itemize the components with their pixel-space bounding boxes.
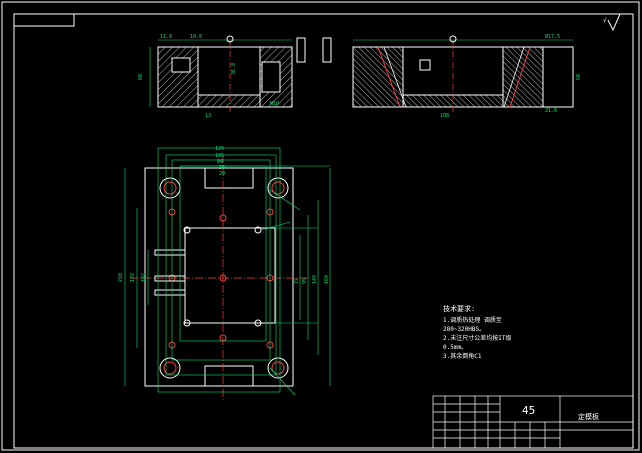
dim-h-0: 126 [215, 146, 224, 152]
svg-text:Ø17.5: Ø17.5 [545, 33, 560, 40]
svg-text:√: √ [603, 17, 607, 24]
tech-req-item-1: 280~320HBS。 [443, 326, 485, 333]
svg-text:13: 13 [205, 113, 211, 119]
section-view-right: Ø17.5 108 21.6 60 [352, 33, 582, 119]
cad-drawing: √ 11.8 10.8 60 36.8 13 M10 Ø17.5 108 21.… [1, 1, 640, 451]
tech-req-item-2: 2.未注尺寸公差均按ΙΤ级 [443, 334, 511, 342]
svg-text:36.8: 36.8 [231, 63, 237, 75]
svg-text:60: 60 [576, 74, 582, 80]
tech-req-heading: 技术要求: [443, 304, 475, 313]
title-block-part-name: 定模板 [578, 412, 599, 421]
title-block-material: 45 [522, 404, 535, 417]
dim-vr-0: 72 [294, 278, 300, 284]
section-view-left: 11.8 10.8 60 36.8 13 M10 [138, 34, 332, 119]
svg-text:M10: M10 [270, 101, 279, 107]
dim-h-4: 29 [219, 171, 225, 177]
dim-vr-2: 149 [312, 275, 318, 284]
svg-text:10.8: 10.8 [190, 34, 202, 40]
svg-text:11.8: 11.8 [160, 34, 172, 40]
dim-v-1: 172 [130, 273, 136, 282]
svg-text:108: 108 [440, 113, 449, 119]
svg-text:60: 60 [138, 74, 144, 80]
corner-mark [13, 13, 75, 27]
tech-req-item-3: 0.5mm。 [443, 344, 467, 351]
dim-v-2: 102 [141, 273, 147, 282]
svg-text:21.6: 21.6 [545, 108, 557, 114]
technical-requirements: 技术要求: 1.调质热处理 调质至 280~320HBS。 2.未注尺寸公差均按… [443, 304, 511, 360]
dim-v-0: 210 [118, 273, 124, 282]
tech-req-item-4: 3.其余倒角C1 [443, 352, 482, 360]
dim-vr-3: 164 [324, 275, 330, 284]
plan-view: 126 105 84 36 29 210 172 102 72 95 149 1… [118, 146, 331, 400]
dim-vr-1: 95 [302, 278, 308, 284]
roughness-symbol-icon: √ [603, 13, 621, 32]
tech-req-item-0: 1.调质热处理 调质至 [443, 316, 502, 324]
